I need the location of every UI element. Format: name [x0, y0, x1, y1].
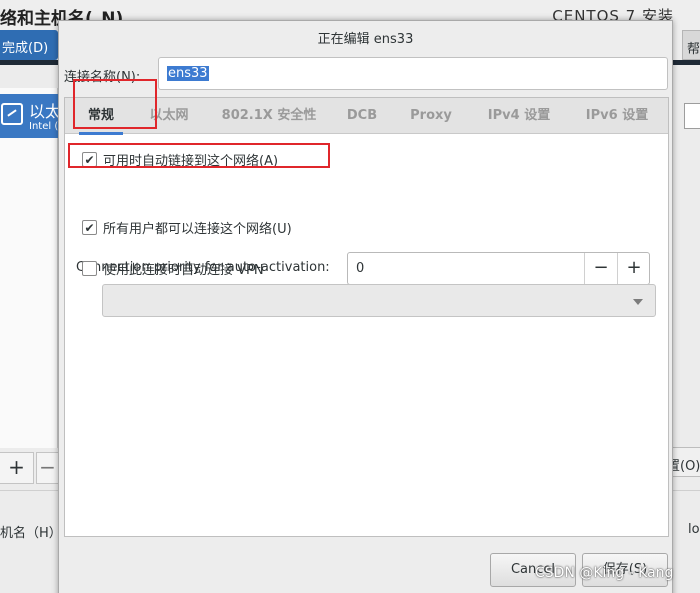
watermark: CSDN @King - Kang [535, 565, 674, 581]
device-toggle-switch[interactable] [684, 103, 700, 129]
priority-increase-button[interactable]: + [617, 253, 650, 284]
network-device-list: 以太 Intel ( [0, 88, 58, 448]
tab-bar: 常规 以太网 802.1X 安全性 DCB Proxy IPv4 设置 IPv6… [65, 98, 668, 135]
remove-device-button[interactable]: − [36, 452, 58, 484]
device-list-item-ethernet[interactable]: 以太 Intel ( [0, 94, 58, 138]
chevron-down-icon [633, 299, 643, 305]
all-users-checkbox[interactable]: ✔ [82, 220, 97, 235]
auto-connect-checkbox[interactable]: ✔ [82, 152, 97, 167]
done-button[interactable]: 完成(D) [0, 30, 58, 60]
priority-spinbutton[interactable]: 0 − + [347, 252, 650, 285]
hostname-label: 机名（H） [0, 526, 62, 541]
auto-connect-row[interactable]: ✔ 可用时自动链接到这个网络(A) [82, 150, 278, 169]
priority-decrease-button[interactable]: − [584, 253, 617, 284]
device-description: Intel ( [29, 121, 58, 132]
vpn-select[interactable] [102, 284, 656, 317]
settings-notebook: 常规 以太网 802.1X 安全性 DCB Proxy IPv4 设置 IPv6… [64, 97, 669, 537]
all-users-label: 所有用户都可以连接这个网络(U) [103, 222, 292, 237]
current-hostname: lo [688, 522, 700, 537]
connection-name-value: ens33 [167, 66, 209, 81]
connection-name-label: 连接名称(N): [64, 70, 141, 85]
device-name: 以太 [29, 102, 58, 121]
edit-connection-dialog: 正在编辑 ens33 连接名称(N): ens33 常规 以太网 802.1X … [58, 20, 673, 593]
device-list-toolbar: + − [0, 450, 58, 486]
ethernet-icon [1, 103, 23, 125]
help-button[interactable]: 帮 [682, 30, 700, 60]
vpn-auto-checkbox[interactable] [82, 261, 97, 276]
auto-connect-label: 可用时自动链接到这个网络(A) [103, 154, 279, 169]
tab-802-1x-security[interactable]: 802.1X 安全性 [213, 98, 325, 134]
tab-general[interactable]: 常规 [79, 98, 123, 135]
tab-ethernet[interactable]: 以太网 [145, 98, 193, 134]
priority-value: 0 [356, 261, 365, 276]
all-users-row[interactable]: ✔ 所有用户都可以连接这个网络(U) [82, 218, 292, 237]
tab-proxy[interactable]: Proxy [405, 98, 457, 134]
vpn-auto-row[interactable]: 使用此连接时自动连接 VPN [82, 259, 264, 278]
tab-ipv6-settings[interactable]: IPv6 设置 [577, 98, 657, 134]
connection-name-input[interactable]: ens33 [158, 57, 668, 90]
dialog-title: 正在编辑 ens33 [317, 32, 414, 47]
tab-dcb[interactable]: DCB [341, 98, 383, 134]
add-device-button[interactable]: + [0, 452, 34, 484]
tab-ipv4-settings[interactable]: IPv4 设置 [479, 98, 559, 134]
vpn-auto-label: 使用此连接时自动连接 VPN [103, 263, 264, 278]
